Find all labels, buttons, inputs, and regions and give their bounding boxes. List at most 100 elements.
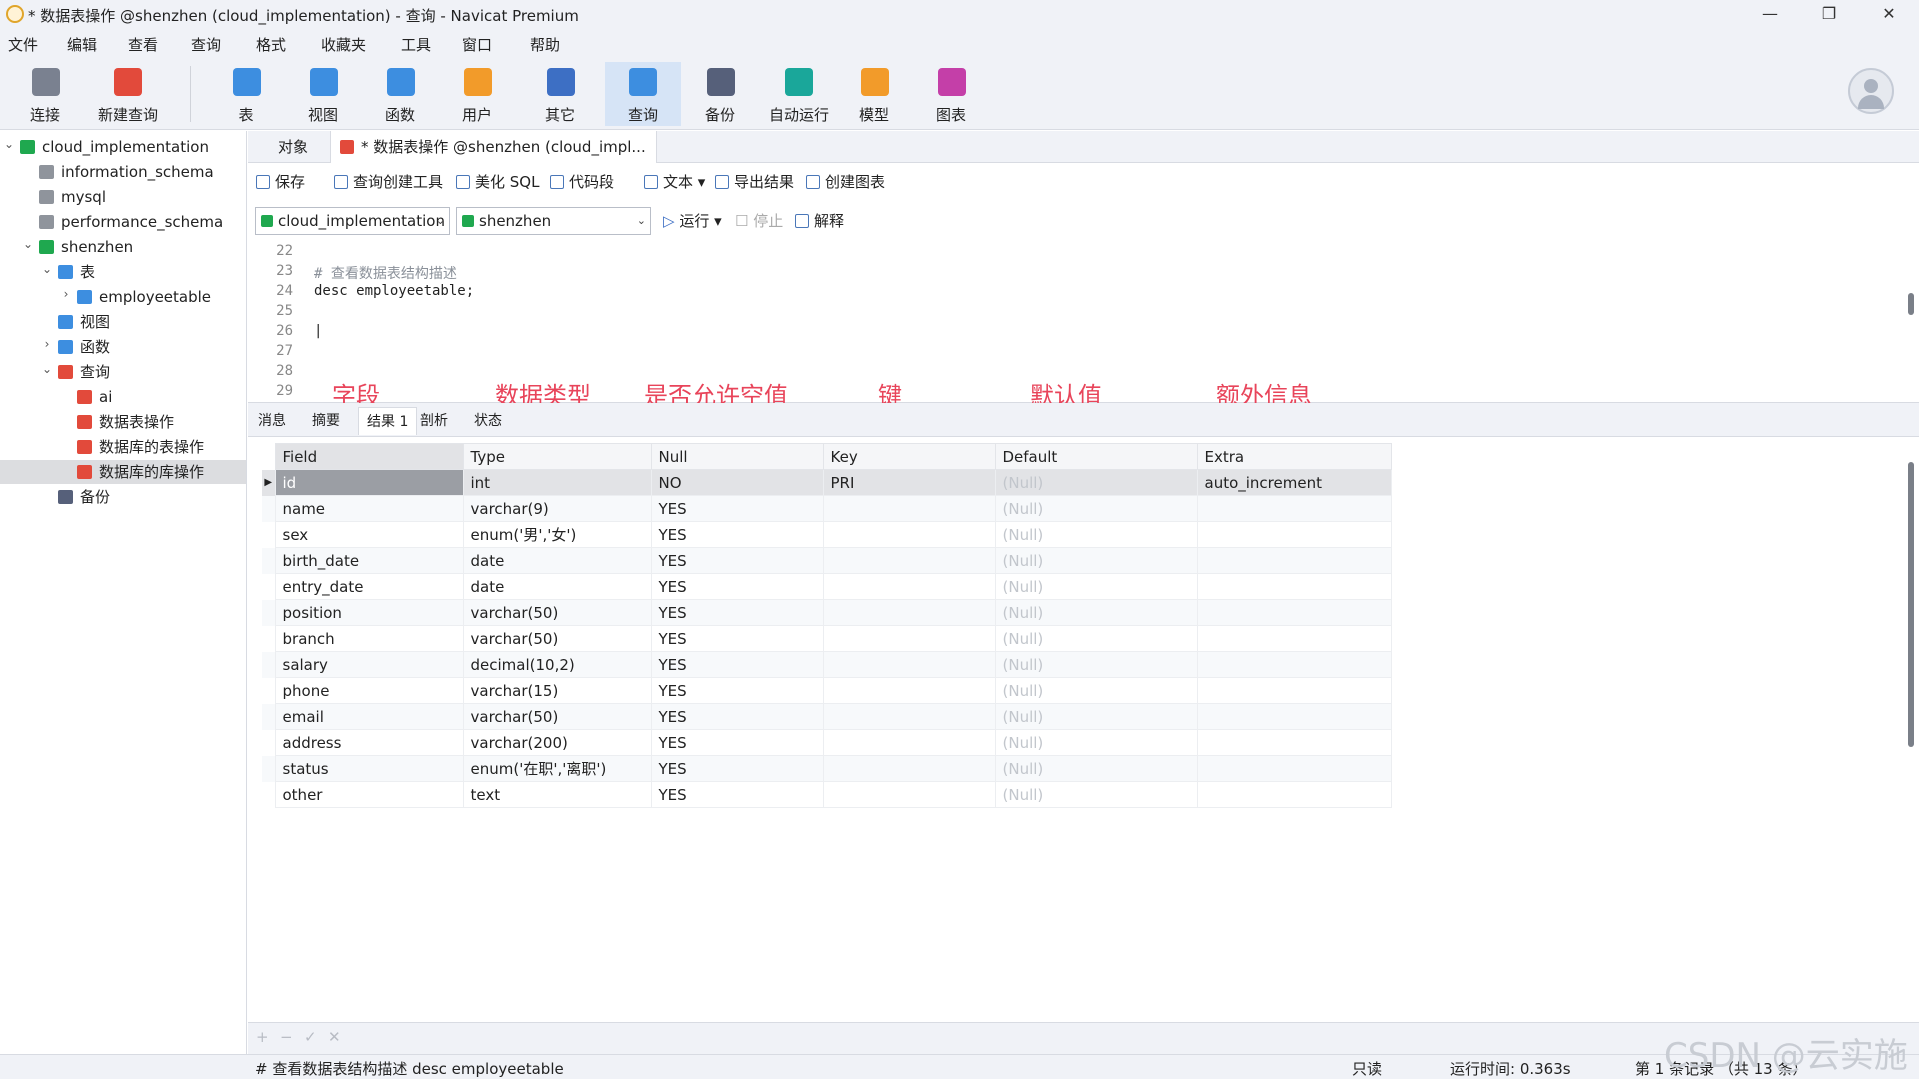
- table-cell[interactable]: [822, 755, 996, 782]
- table-cell[interactable]: [822, 521, 996, 548]
- table-cell[interactable]: (Null): [994, 469, 1198, 496]
- table-cell[interactable]: sex: [274, 521, 464, 548]
- table-cell[interactable]: (Null): [994, 729, 1198, 756]
- table-cell[interactable]: YES: [650, 677, 824, 704]
- sidebar-item[interactable]: cloud_implementation: [20, 135, 209, 159]
- table-cell[interactable]: other: [274, 781, 464, 808]
- table-cell[interactable]: varchar(200): [462, 729, 652, 756]
- toolbar-backup-button[interactable]: 备份: [685, 62, 755, 126]
- table-cell[interactable]: (Null): [994, 625, 1198, 652]
- table-cell[interactable]: [1196, 677, 1392, 704]
- snippet-button[interactable]: 代码段: [550, 171, 614, 192]
- table-row[interactable]: phone varchar(15) YES (Null): [262, 677, 1392, 704]
- table-cell[interactable]: varchar(50): [462, 625, 652, 652]
- sidebar-item[interactable]: 视图: [58, 310, 110, 334]
- delete-record-button[interactable]: −: [280, 1028, 293, 1046]
- table-cell[interactable]: YES: [650, 625, 824, 652]
- sidebar-item[interactable]: 数据库的库操作: [77, 460, 204, 484]
- table-cell[interactable]: auto_increment: [1196, 469, 1392, 496]
- account-avatar[interactable]: [1848, 68, 1894, 114]
- chevron-down-icon[interactable]: ⌄: [40, 362, 54, 376]
- schema-select[interactable]: shenzhen ⌄: [456, 207, 651, 235]
- tab-profile[interactable]: 剖析: [412, 407, 456, 435]
- table-cell[interactable]: status: [274, 755, 464, 782]
- table-cell[interactable]: [822, 729, 996, 756]
- table-cell[interactable]: [1196, 703, 1392, 730]
- sidebar-item[interactable]: 函数: [58, 335, 110, 359]
- column-header[interactable]: Extra: [1196, 443, 1392, 470]
- toolbar-other-button[interactable]: 其它: [525, 62, 595, 126]
- menu-favorites[interactable]: 收藏夹: [321, 34, 366, 55]
- table-cell[interactable]: [822, 547, 996, 574]
- table-row[interactable]: name varchar(9) YES (Null): [262, 495, 1392, 522]
- table-cell[interactable]: date: [462, 547, 652, 574]
- tab-status[interactable]: 状态: [466, 407, 510, 435]
- toolbar-user-button[interactable]: 用户: [442, 62, 512, 126]
- table-cell[interactable]: [1196, 755, 1392, 782]
- table-cell[interactable]: (Null): [994, 755, 1198, 782]
- table-cell[interactable]: enum('男','女'): [462, 521, 652, 548]
- table-cell[interactable]: [1196, 599, 1392, 626]
- run-button[interactable]: ▷ 运行 ▾: [663, 210, 722, 231]
- table-row[interactable]: address varchar(200) YES (Null): [262, 729, 1392, 756]
- column-header[interactable]: Default: [994, 443, 1198, 470]
- table-cell[interactable]: (Null): [994, 651, 1198, 678]
- table-cell[interactable]: YES: [650, 729, 824, 756]
- column-header[interactable]: Field: [274, 443, 464, 470]
- table-cell[interactable]: entry_date: [274, 573, 464, 600]
- table-cell[interactable]: PRI: [822, 469, 996, 496]
- table-cell[interactable]: [822, 703, 996, 730]
- table-row[interactable]: email varchar(50) YES (Null): [262, 703, 1392, 730]
- toolbar-table-button[interactable]: 表: [211, 62, 281, 126]
- table-cell[interactable]: birth_date: [274, 547, 464, 574]
- table-cell[interactable]: branch: [274, 625, 464, 652]
- save-button[interactable]: 保存: [256, 171, 305, 192]
- table-row[interactable]: entry_date date YES (Null): [262, 573, 1392, 600]
- sidebar-item[interactable]: 数据表操作: [77, 410, 174, 434]
- table-cell[interactable]: position: [274, 599, 464, 626]
- sql-editor[interactable]: 22 23 # 查看数据表结构描述 24 desc employeetable; 25 26…: [248, 241, 1919, 410]
- toolbar-model-button[interactable]: 模型: [839, 62, 909, 126]
- table-cell[interactable]: [822, 781, 996, 808]
- toolbar-automation-button[interactable]: 自动运行: [762, 62, 836, 126]
- column-header[interactable]: Type: [462, 443, 652, 470]
- table-cell[interactable]: [822, 651, 996, 678]
- tab-objects[interactable]: 对象: [268, 131, 318, 163]
- table-cell[interactable]: varchar(15): [462, 677, 652, 704]
- table-row[interactable]: birth_date date YES (Null): [262, 547, 1392, 574]
- stop-button[interactable]: ☐ 停止: [735, 210, 783, 231]
- table-cell[interactable]: varchar(50): [462, 599, 652, 626]
- chevron-right-icon[interactable]: ›: [40, 337, 54, 351]
- table-cell[interactable]: YES: [650, 651, 824, 678]
- table-cell[interactable]: decimal(10,2): [462, 651, 652, 678]
- toolbar-chart-button[interactable]: 图表: [916, 62, 986, 126]
- apply-changes-button[interactable]: ✓: [304, 1028, 317, 1046]
- menu-window[interactable]: 窗口: [462, 34, 492, 55]
- menu-edit[interactable]: 编辑: [67, 34, 97, 55]
- sidebar-item[interactable]: ai: [77, 385, 112, 409]
- close-button[interactable]: ✕: [1860, 0, 1918, 28]
- menu-help[interactable]: 帮助: [530, 34, 560, 55]
- result-grid[interactable]: Field Type Null Key Default Extra ▶ id int…: [248, 437, 1919, 1022]
- table-cell[interactable]: [1196, 495, 1392, 522]
- text-button[interactable]: 文本 ▾: [644, 171, 705, 192]
- sidebar-item[interactable]: shenzhen: [39, 235, 133, 259]
- menu-view[interactable]: 查看: [128, 34, 158, 55]
- table-cell[interactable]: text: [462, 781, 652, 808]
- table-cell[interactable]: (Null): [994, 703, 1198, 730]
- menu-file[interactable]: 文件: [8, 34, 38, 55]
- export-result-button[interactable]: 导出结果: [715, 171, 794, 192]
- add-record-button[interactable]: +: [256, 1028, 269, 1046]
- table-cell[interactable]: [822, 599, 996, 626]
- chevron-down-icon[interactable]: ⌄: [21, 237, 35, 251]
- table-cell[interactable]: (Null): [994, 599, 1198, 626]
- table-cell[interactable]: [822, 495, 996, 522]
- sidebar-item[interactable]: 表: [58, 260, 95, 284]
- table-cell[interactable]: [1196, 651, 1392, 678]
- toolbar-function-button[interactable]: 函数: [365, 62, 435, 126]
- sidebar-item[interactable]: 备份: [58, 485, 110, 509]
- table-cell[interactable]: [1196, 521, 1392, 548]
- chevron-down-icon[interactable]: ⌄: [40, 262, 54, 276]
- table-cell[interactable]: [1196, 729, 1392, 756]
- table-cell[interactable]: YES: [650, 495, 824, 522]
